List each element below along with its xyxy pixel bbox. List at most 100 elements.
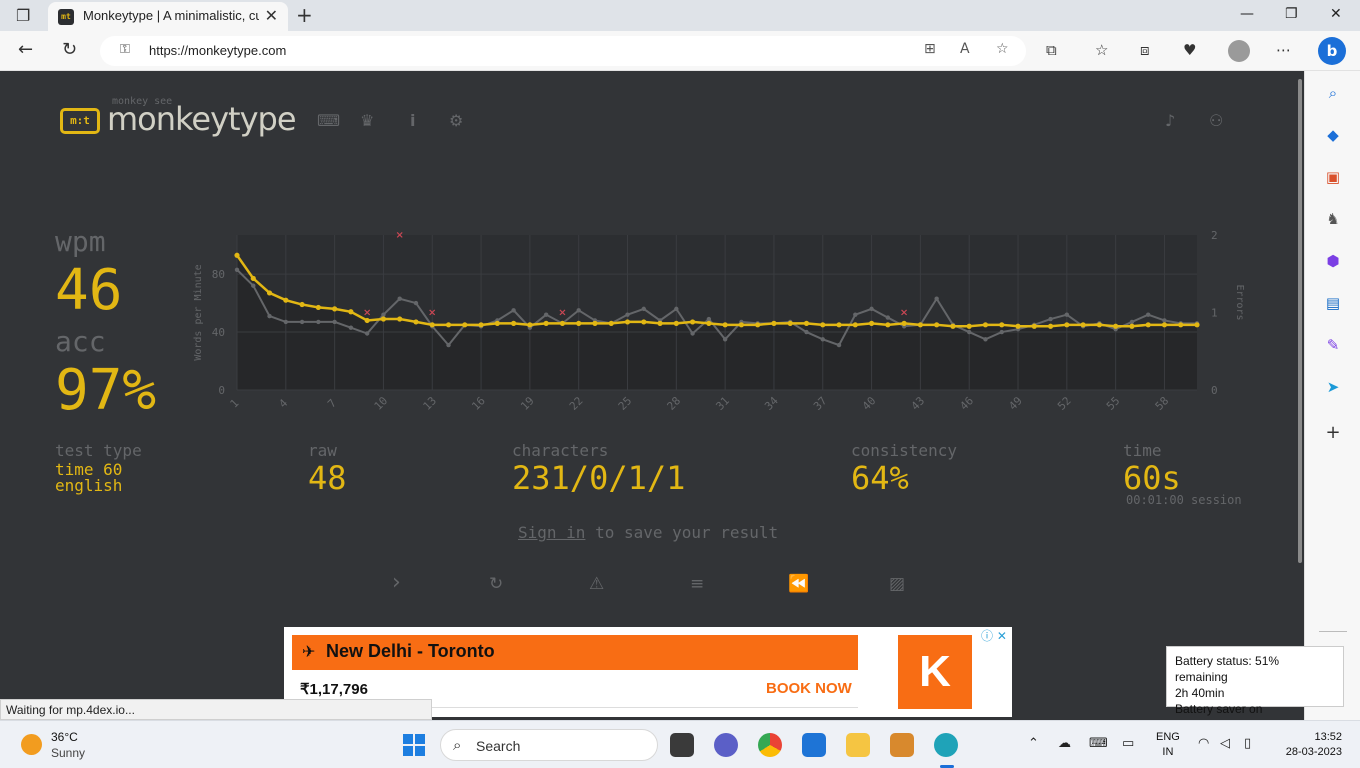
bing-chat-icon[interactable]: b <box>1318 37 1346 65</box>
battery-status: Battery status: 51% remaining <box>1175 654 1280 684</box>
refresh-icon[interactable]: ↻ <box>62 39 77 60</box>
address-bar[interactable]: ⚿ https://monkeytype.com ⊞ A ☆ <box>100 36 1026 66</box>
app-icon[interactable] <box>890 733 914 757</box>
task-view-icon[interactable] <box>670 733 694 757</box>
new-tab-icon[interactable]: + <box>296 3 313 27</box>
raw-point <box>1162 318 1167 323</box>
consistency-label: consistency <box>851 441 957 460</box>
store-icon[interactable] <box>802 733 826 757</box>
info-icon[interactable]: i <box>410 111 415 130</box>
tools-icon[interactable]: ▣ <box>1323 167 1343 187</box>
warning-icon[interactable]: ⚠ <box>589 574 604 594</box>
browser-essentials-icon[interactable]: ♥ <box>1183 41 1196 59</box>
raw-point <box>234 267 240 272</box>
clock-date: 28-03-2023 <box>1285 746 1342 758</box>
extensions-icon[interactable]: ⧉ <box>1046 41 1057 59</box>
y-tick-label: 0 <box>218 384 225 397</box>
games-icon[interactable]: ♞ <box>1323 209 1343 229</box>
outlook-icon[interactable]: ▤ <box>1323 293 1343 313</box>
logo-text[interactable]: monkeytype <box>107 100 297 138</box>
volume-icon[interactable]: ◁ <box>1220 736 1230 751</box>
weather-temp[interactable]: 36°C <box>51 730 78 744</box>
x-tick-label: 49 <box>1006 394 1025 413</box>
send-icon[interactable]: ➤ <box>1323 377 1343 397</box>
browser-tab[interactable]: mt Monkeytype | A minimalistic, customiz… <box>48 2 288 31</box>
battery-tooltip: Battery status: 51% remaining 2h 40min B… <box>1166 646 1344 716</box>
replay-icon[interactable]: ⏪ <box>788 574 809 594</box>
sign-in-link[interactable]: Sign in <box>518 523 585 542</box>
raw-point <box>706 316 712 322</box>
bell-icon[interactable]: ♪ <box>1165 111 1175 130</box>
keyboard-icon[interactable]: ⌨ <box>317 111 340 130</box>
edge-icon[interactable] <box>934 733 958 757</box>
windows-start-icon[interactable] <box>403 734 425 756</box>
language-indicator[interactable]: ENG IN <box>1156 730 1180 760</box>
page-scrollbar[interactable] <box>1296 71 1304 720</box>
url-text[interactable]: https://monkeytype.com <box>149 43 286 58</box>
read-aloud-icon[interactable]: A <box>960 41 970 57</box>
chrome-icon[interactable] <box>758 733 782 757</box>
display-icon[interactable]: ▭ <box>1122 736 1134 751</box>
more-menu-icon[interactable]: ⋯ <box>1276 41 1291 59</box>
tab-close-icon[interactable]: ✕ <box>265 6 278 25</box>
battery-icon[interactable]: ▯ <box>1244 736 1251 751</box>
wpm-point <box>1194 322 1200 328</box>
clock[interactable]: 13:52 28-03-2023 <box>1280 730 1342 760</box>
words-history-icon[interactable]: ≡ <box>690 574 704 594</box>
ad-header[interactable]: ✈ New Delhi - Toronto <box>292 635 858 670</box>
logo-icon[interactable]: m:t <box>60 108 100 134</box>
y2-axis-title: Errors <box>1234 284 1245 320</box>
user-icon[interactable]: ⚇ <box>1209 111 1223 130</box>
wpm-point <box>250 275 256 282</box>
collections-icon[interactable]: ⧈ <box>1140 41 1150 59</box>
wpm-point <box>445 322 452 328</box>
next-test-icon[interactable]: › <box>392 570 401 595</box>
x-tick-label: 34 <box>762 394 781 413</box>
designer-icon[interactable]: ✎ <box>1323 335 1343 355</box>
add-sidebar-icon[interactable]: + <box>1323 423 1343 443</box>
wpm-point <box>657 320 663 326</box>
tray-overflow-icon[interactable]: ⌃ <box>1028 736 1039 751</box>
wpm-point <box>722 322 728 328</box>
favorites-icon[interactable]: ☆ <box>1095 41 1108 59</box>
tab-actions-icon[interactable]: ❐ <box>16 6 30 25</box>
taskbar-search[interactable]: ⌕ Search <box>440 729 658 761</box>
x-tick-label: 55 <box>1104 394 1123 413</box>
app-available-icon[interactable]: ⊞ <box>924 41 936 57</box>
minimize-icon[interactable]: — <box>1240 6 1254 22</box>
profile-avatar[interactable] <box>1228 40 1250 62</box>
weather-condition[interactable]: Sunny <box>51 746 85 760</box>
raw-point <box>934 296 939 301</box>
settings-icon[interactable]: ⚙ <box>449 111 463 130</box>
wpm-point <box>966 323 972 329</box>
teams-icon[interactable] <box>714 733 738 757</box>
restart-icon[interactable]: ↻ <box>489 574 503 594</box>
file-explorer-icon[interactable] <box>846 733 870 757</box>
ad-info-close-icon[interactable]: ⓘ ✕ <box>981 627 1007 644</box>
status-bar: Waiting for mp.4dex.io... <box>0 699 432 720</box>
search-sidebar-icon[interactable]: ⌕ <box>1323 83 1343 103</box>
raw-point <box>885 315 891 320</box>
raw-point <box>364 331 370 336</box>
scroll-thumb[interactable] <box>1298 79 1302 563</box>
wpm-value: 46 <box>55 258 123 323</box>
y2-tick-label: 2 <box>1211 229 1218 242</box>
edge-sidebar: ⌕ ◆ ▣ ♞ ⬢ ▤ ✎ ➤ + <box>1304 71 1360 720</box>
wifi-icon[interactable]: ◠ <box>1198 736 1209 751</box>
close-window-icon[interactable]: ✕ <box>1330 6 1342 22</box>
shopping-icon[interactable]: ◆ <box>1323 125 1343 145</box>
kayak-logo[interactable]: K <box>898 635 972 709</box>
sun-icon[interactable] <box>21 734 42 755</box>
add-favorite-icon[interactable]: ☆ <box>996 41 1009 57</box>
crown-icon[interactable]: ♛ <box>360 111 374 130</box>
back-icon[interactable]: ← <box>18 39 33 60</box>
screenshot-icon[interactable]: ▨ <box>889 574 905 594</box>
onedrive-icon[interactable]: ☁ <box>1058 736 1071 751</box>
keyboard-tray-icon[interactable]: ⌨ <box>1089 736 1108 751</box>
favicon-icon: mt <box>58 9 74 25</box>
restore-icon[interactable]: ❐ <box>1285 6 1298 22</box>
wpm-point <box>1113 323 1119 329</box>
wpm-point <box>1145 322 1151 328</box>
ad-book-now[interactable]: BOOK NOW <box>766 680 852 697</box>
microsoft-365-icon[interactable]: ⬢ <box>1323 251 1343 271</box>
